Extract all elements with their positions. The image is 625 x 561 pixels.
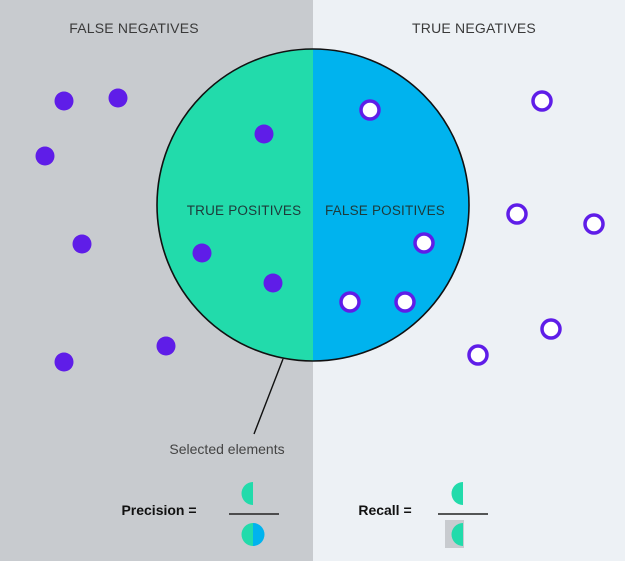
true-negative-dot xyxy=(467,344,489,366)
selected-elements-label: Selected elements xyxy=(169,441,284,457)
false-positive-dot xyxy=(394,291,416,313)
false-negative-dot xyxy=(156,336,176,356)
false-negative-dot xyxy=(54,352,74,372)
false-negative-dot xyxy=(72,234,92,254)
false-negative-dot xyxy=(54,91,74,111)
false-negative-dot xyxy=(108,88,128,108)
precision-label: Precision = xyxy=(121,502,196,518)
false-positive-dot xyxy=(339,291,361,313)
recall-label: Recall = xyxy=(358,502,411,518)
true-negatives-heading: TRUE NEGATIVES xyxy=(412,20,536,36)
true-negative-dot xyxy=(583,213,605,235)
false-negatives-heading: FALSE NEGATIVES xyxy=(69,20,199,36)
true-positive-dot xyxy=(192,243,212,263)
true-positives-label: TRUE POSITIVES xyxy=(187,203,302,218)
false-positives-label: FALSE POSITIVES xyxy=(325,203,445,218)
true-positive-dot xyxy=(254,124,274,144)
false-positive-dot xyxy=(359,99,381,121)
true-positive-dot xyxy=(263,273,283,293)
precision-recall-diagram: FALSE NEGATIVES TRUE NEGATIVES TRUE POSI… xyxy=(0,0,625,561)
true-negative-dot xyxy=(531,90,553,112)
true-negative-dot xyxy=(506,203,528,225)
false-positive-dot xyxy=(413,232,435,254)
true-negative-dot xyxy=(540,318,562,340)
false-negative-dot xyxy=(35,146,55,166)
